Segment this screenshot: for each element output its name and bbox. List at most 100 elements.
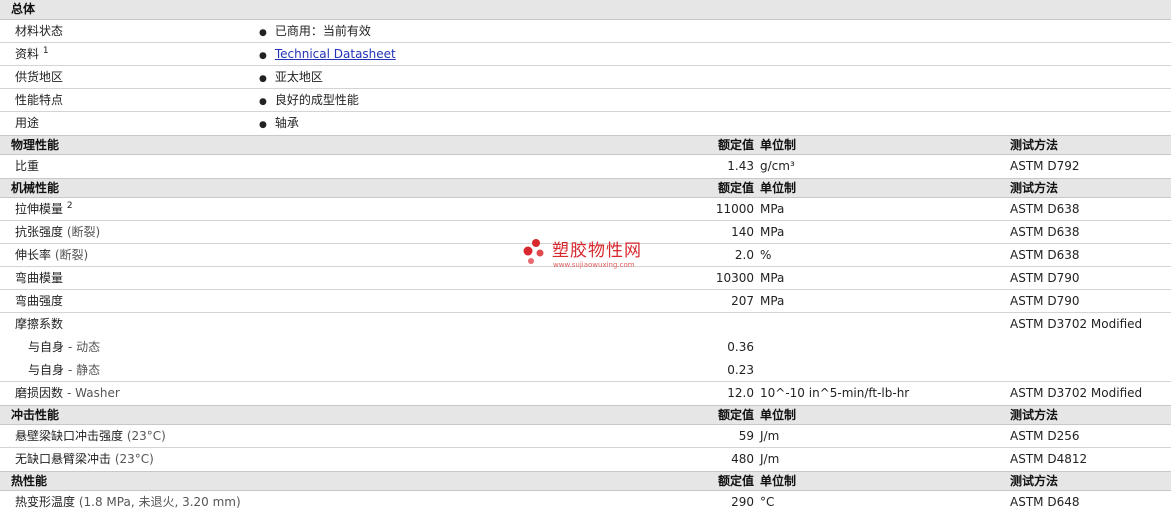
watermark-title: 塑胶物性网 [552, 241, 642, 261]
property-unit: MPa [760, 271, 785, 285]
property-condition: (断裂) [66, 225, 101, 239]
table-row: 资料 1 ● Technical Datasheet [0, 43, 1171, 66]
property-name: 与自身 [28, 363, 65, 377]
table-subrow: 与自身 - 静态 0.23 [0, 359, 1171, 382]
section-title: 总体 [11, 2, 36, 16]
watermark-url: www.sujiaowuxing.com [553, 261, 635, 269]
column-header-unit: 单位制 [760, 408, 797, 422]
property-unit: % [760, 248, 772, 262]
property-condition: - Washer [67, 386, 120, 400]
test-method: ASTM D638 [1010, 225, 1080, 239]
property-unit: MPa [760, 294, 785, 308]
table-subrow: 与自身 - 动态 0.36 [0, 336, 1171, 359]
property-condition: (断裂) [54, 248, 89, 262]
property-unit: MPa [760, 202, 785, 216]
property-value: 良好的成型性能 [274, 93, 359, 107]
property-value: 290 [731, 495, 754, 509]
test-method: ASTM D256 [1010, 429, 1080, 443]
table-row: 拉伸模量 2 11000 MPa ASTM D638 [0, 198, 1171, 221]
bullet-icon: ● [259, 51, 267, 61]
column-header-unit: 单位制 [760, 474, 797, 488]
table-row: 摩擦系数 ASTM D3702 Modified [0, 313, 1171, 336]
property-name: 材料状态 [15, 24, 64, 38]
section-mechanical-header: 机械性能 额定值 单位制 测试方法 [0, 178, 1171, 198]
property-value: 已商用：当前有效 [274, 24, 371, 38]
bullet-icon: ● [259, 97, 267, 107]
test-method: ASTM D4812 [1010, 452, 1088, 466]
test-method: ASTM D790 [1010, 294, 1080, 308]
property-name: 资料 [15, 47, 40, 61]
section-title: 冲击性能 [11, 408, 60, 422]
property-condition: (23°C) [126, 429, 166, 443]
property-condition: (23°C) [114, 452, 154, 466]
property-name: 伸长率 [15, 248, 52, 262]
column-header-method: 测试方法 [1010, 408, 1059, 422]
property-unit: °C [760, 495, 775, 509]
footnote-ref[interactable]: 2 [67, 201, 73, 211]
property-unit: g/cm³ [760, 159, 795, 173]
column-header-value: 额定值 [717, 138, 754, 152]
section-general-header: 总体 [0, 0, 1171, 20]
property-name: 与自身 [28, 340, 65, 354]
property-condition: (1.8 MPa, 未退火, 3.20 mm) [78, 495, 241, 509]
property-value: 480 [731, 452, 754, 466]
site-watermark: 塑胶物性网 www.sujiaowuxing.com [522, 238, 652, 274]
property-name: 弯曲模量 [15, 271, 64, 285]
column-header-value: 额定值 [717, 474, 754, 488]
table-row: 材料状态 ● 已商用：当前有效 [0, 20, 1171, 43]
column-header-method: 测试方法 [1010, 138, 1059, 152]
bullet-icon: ● [259, 28, 267, 38]
column-header-unit: 单位制 [760, 138, 797, 152]
section-title: 热性能 [11, 474, 48, 488]
footnote-ref[interactable]: 1 [43, 46, 49, 56]
property-unit: MPa [760, 225, 785, 239]
section-thermal-header: 热性能 额定值 单位制 测试方法 [0, 471, 1171, 491]
property-value: 140 [731, 225, 754, 239]
test-method: ASTM D3702 Modified [1010, 317, 1143, 331]
column-header-method: 测试方法 [1010, 474, 1059, 488]
column-header-value: 额定值 [717, 181, 754, 195]
column-header-value: 额定值 [717, 408, 754, 422]
property-value: 10300 [715, 271, 754, 285]
table-row: 比重 1.43 g/cm³ ASTM D792 [0, 155, 1171, 178]
property-name: 拉伸模量 [15, 202, 64, 216]
property-name: 磨损因数 [15, 386, 64, 400]
test-method: ASTM D3702 Modified [1010, 386, 1143, 400]
property-value: 1.43 [727, 159, 754, 173]
table-row: 性能特点 ● 良好的成型性能 [0, 89, 1171, 112]
property-condition: - 动态 [68, 340, 101, 354]
table-row: 供货地区 ● 亚太地区 [0, 66, 1171, 89]
table-row: 无缺口悬臂梁冲击 (23°C) 480 J/m ASTM D4812 [0, 448, 1171, 471]
test-method: ASTM D648 [1010, 495, 1080, 509]
table-row: 用途 ● 轴承 [0, 112, 1171, 135]
property-name: 抗张强度 [15, 225, 64, 239]
property-name: 热变形温度 [15, 495, 76, 509]
property-name: 无缺口悬臂梁冲击 [15, 452, 112, 466]
property-name: 摩擦系数 [15, 317, 64, 331]
bullet-icon: ● [259, 120, 267, 130]
test-method: ASTM D792 [1010, 159, 1080, 173]
section-physical-header: 物理性能 额定值 单位制 测试方法 [0, 135, 1171, 155]
test-method: ASTM D638 [1010, 248, 1080, 262]
property-name: 悬壁梁缺口冲击强度 [15, 429, 124, 443]
test-method: ASTM D790 [1010, 271, 1080, 285]
section-title: 机械性能 [11, 181, 60, 195]
property-value: 2.0 [734, 248, 754, 262]
table-row: 悬壁梁缺口冲击强度 (23°C) 59 J/m ASTM D256 [0, 425, 1171, 448]
property-name: 性能特点 [15, 93, 64, 107]
datasheet-link[interactable]: Technical Datasheet [275, 47, 396, 61]
property-value: 0.23 [727, 363, 754, 377]
property-name: 比重 [15, 159, 40, 173]
watermark-logo-icon [523, 239, 544, 264]
property-value: 59 [738, 429, 754, 443]
property-value: 亚太地区 [274, 70, 323, 84]
bullet-icon: ● [259, 74, 267, 84]
property-value: 12.0 [727, 386, 754, 400]
property-unit: J/m [760, 452, 780, 466]
table-row: 弯曲强度 207 MPa ASTM D790 [0, 290, 1171, 313]
property-condition: - 静态 [68, 363, 101, 377]
property-name: 用途 [15, 116, 40, 130]
property-name: 弯曲强度 [15, 294, 64, 308]
property-unit: 10^-10 in^5-min/ft-lb-hr [760, 386, 910, 400]
property-value: 0.36 [727, 340, 754, 354]
